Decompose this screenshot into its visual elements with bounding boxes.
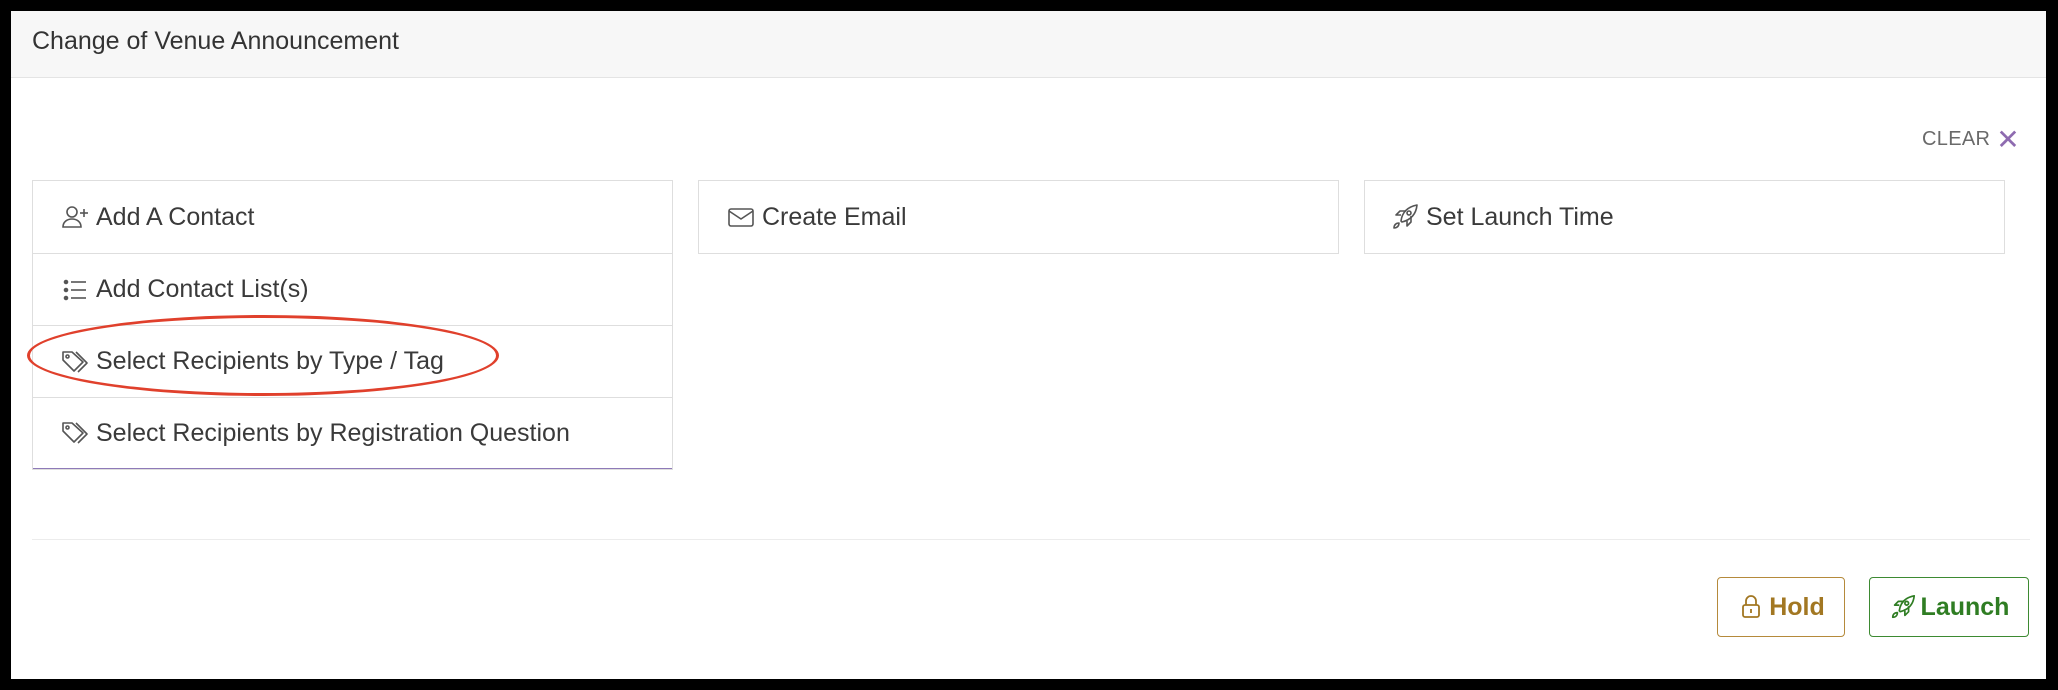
select-by-type-tag-item[interactable]: Select Recipients by Type / Tag [33,325,672,397]
set-launch-time-item[interactable]: Set Launch Time [1365,181,2004,253]
recipients-panel: Add A Contact Add Contact List(s) Select… [32,180,673,470]
launch-time-panel: Set Launch Time [1364,180,2005,254]
footer-divider [32,539,2030,540]
dialog-title: Change of Venue Announcement [32,27,399,55]
hold-button[interactable]: Hold [1717,577,1845,637]
select-by-registration-question-label: Select Recipients by Registration Questi… [96,418,570,447]
set-launch-time-label: Set Launch Time [1426,202,1614,231]
add-contact-lists-item[interactable]: Add Contact List(s) [33,253,672,325]
envelope-icon [726,202,756,232]
dialog-header: Change of Venue Announcement [11,11,2046,78]
tags-icon [60,347,90,377]
clear-label: CLEAR [1922,128,1991,150]
add-contact-item[interactable]: Add A Contact [33,181,672,253]
add-contact-label: Add A Contact [96,202,255,231]
list-icon [60,275,90,305]
select-by-type-tag-label: Select Recipients by Type / Tag [96,347,444,375]
create-email-label: Create Email [762,202,907,231]
rocket-icon [1390,202,1420,232]
rocket-icon [1889,593,1917,621]
tags-icon [60,418,90,448]
lock-icon [1737,593,1765,621]
launch-button[interactable]: Launch [1869,577,2029,637]
launch-label: Launch [1920,592,2010,621]
clear-button[interactable]: CLEAR ✕ [1922,123,2020,155]
email-panel: Create Email [698,180,1339,254]
user-plus-icon [60,202,90,232]
dialog: Change of Venue Announcement CLEAR ✕ Add… [11,11,2046,679]
select-by-registration-question-item[interactable]: Select Recipients by Registration Questi… [33,397,672,469]
close-icon: ✕ [1996,123,2020,155]
hold-label: Hold [1769,592,1825,621]
add-contact-lists-label: Add Contact List(s) [96,275,309,303]
create-email-item[interactable]: Create Email [699,181,1338,253]
